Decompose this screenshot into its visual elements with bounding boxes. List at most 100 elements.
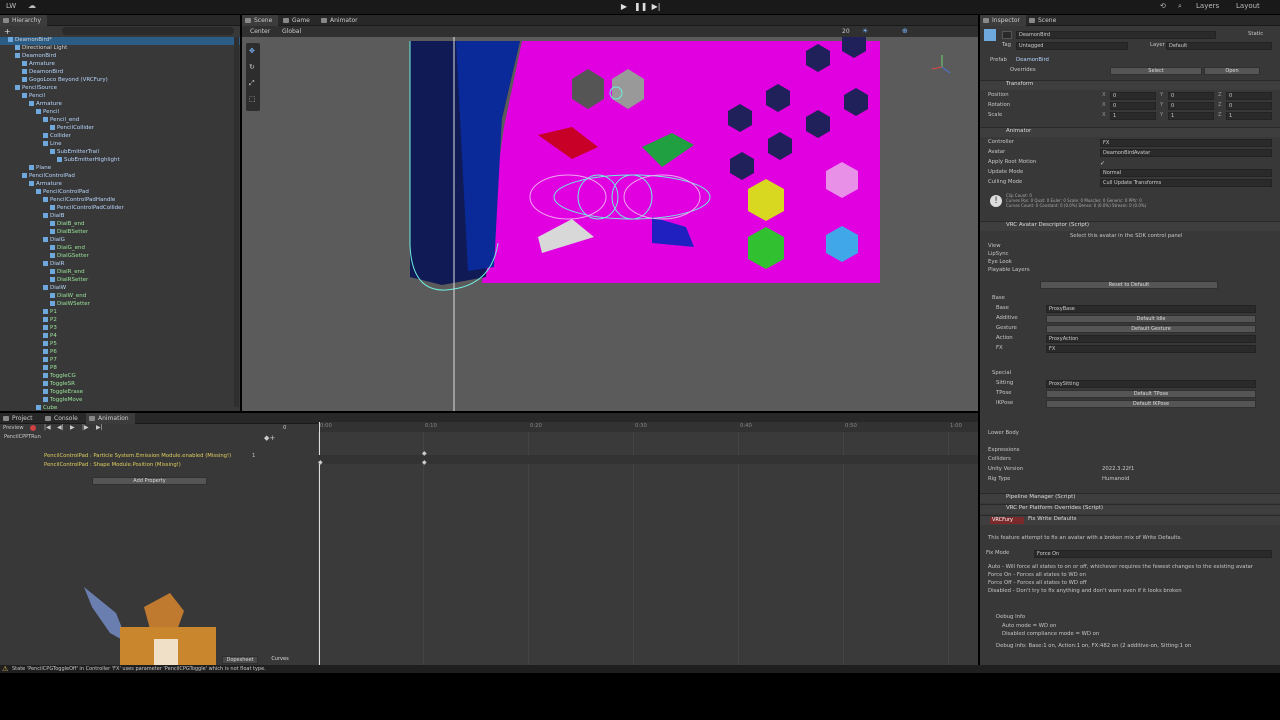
gizmos-icon[interactable]: ⊕: [902, 27, 908, 35]
layer-default-button[interactable]: Default IKPose: [1046, 400, 1256, 408]
layer-controller-field[interactable]: FX: [1046, 345, 1256, 353]
hierarchy-row[interactable]: Line: [43, 141, 61, 149]
hierarchy-row[interactable]: DialR: [43, 261, 64, 269]
tab-game[interactable]: Game: [280, 15, 316, 26]
history-icon[interactable]: ⟲: [1160, 2, 1166, 10]
curves-tab[interactable]: Curves: [262, 656, 298, 664]
colliders-foldout[interactable]: Colliders: [988, 456, 1011, 465]
next-frame-icon[interactable]: |▶: [82, 424, 89, 431]
dopesheet-tab[interactable]: Dopesheet: [222, 656, 258, 664]
hierarchy-row[interactable]: P2: [43, 317, 57, 325]
debug-info-foldout[interactable]: Debug Info: [996, 614, 1025, 623]
controller-field[interactable]: FX: [1100, 139, 1272, 147]
layer-controller-field[interactable]: ProxyBase: [1046, 305, 1256, 313]
descriptor-section-foldout[interactable]: Playable Layers: [988, 267, 1030, 276]
frame-field[interactable]: 0: [283, 425, 286, 434]
hierarchy-row[interactable]: ToggleSR: [43, 381, 75, 389]
add-icon[interactable]: +: [4, 27, 14, 36]
hierarchy-row[interactable]: SubEmitterHighlight: [57, 157, 120, 165]
hierarchy-row[interactable]: DialB: [43, 213, 64, 221]
hierarchy-row[interactable]: DialW_end: [50, 293, 86, 301]
last-frame-icon[interactable]: ▶|: [96, 424, 103, 431]
transform-header[interactable]: Transform: [980, 80, 1280, 90]
account-dropdown[interactable]: LW: [6, 2, 16, 10]
hierarchy-row[interactable]: PencilSource: [15, 85, 57, 93]
layout-dropdown[interactable]: Layout: [1236, 2, 1260, 10]
hierarchy-row[interactable]: DeamonBird*: [8, 37, 52, 45]
hierarchy-row[interactable]: PencilCollider: [50, 125, 94, 133]
hierarchy-row[interactable]: DialWSetter: [50, 301, 90, 309]
hierarchy-row[interactable]: ToggleErase: [43, 389, 83, 397]
camera-speed[interactable]: 20: [842, 28, 850, 35]
layer-default-button[interactable]: Default TPose: [1046, 390, 1256, 398]
tab-inspector[interactable]: Inspector: [980, 15, 1026, 26]
overrides-dropdown[interactable]: Overrides: [1010, 67, 1036, 76]
tab-hierarchy[interactable]: Hierarchy: [0, 15, 48, 26]
first-frame-icon[interactable]: |◀: [44, 424, 51, 431]
platform-overrides-header[interactable]: VRC Per Platform Overrides (Script): [980, 504, 1280, 514]
layer-default-button[interactable]: Default Idle: [1046, 315, 1256, 323]
root-motion-checkbox[interactable]: ✓: [1100, 160, 1107, 167]
pipeline-manager-header[interactable]: Pipeline Manager (Script): [980, 493, 1280, 503]
hierarchy-row[interactable]: Pencil: [36, 109, 59, 117]
avatar-field[interactable]: DeamonBirdAvatar: [1100, 149, 1272, 157]
animator-header[interactable]: Animator: [980, 127, 1280, 137]
lighting-icon[interactable]: ☀: [862, 27, 868, 35]
tab-animator[interactable]: Animator: [318, 15, 364, 26]
expressions-foldout[interactable]: Expressions: [988, 447, 1020, 456]
hierarchy-row[interactable]: P1: [43, 309, 57, 317]
hierarchy-row[interactable]: Armature: [29, 181, 62, 189]
transform-x-field[interactable]: 0: [1110, 102, 1156, 110]
hierarchy-row[interactable]: P3: [43, 325, 57, 333]
layer-controller-field[interactable]: ProxyAction: [1046, 335, 1256, 343]
hierarchy-row[interactable]: DialG_end: [50, 245, 85, 253]
tab-scene[interactable]: Scene: [242, 15, 279, 26]
active-checkbox[interactable]: [1002, 31, 1012, 39]
hierarchy-row[interactable]: DialR_end: [50, 269, 85, 277]
play-anim-icon[interactable]: ▶: [70, 424, 75, 431]
layer-default-button[interactable]: Default Gesture: [1046, 325, 1256, 333]
space-dropdown[interactable]: Global: [282, 28, 301, 35]
transform-x-field[interactable]: 1: [1110, 112, 1156, 120]
hierarchy-row[interactable]: DialG: [43, 237, 65, 245]
prev-frame-icon[interactable]: ◀|: [57, 424, 64, 431]
animated-property-row[interactable]: PencilControlPad : Particle System.Emiss…: [44, 453, 231, 462]
preview-button[interactable]: Preview: [3, 425, 24, 434]
hierarchy-row[interactable]: P7: [43, 357, 57, 365]
hierarchy-row[interactable]: DialW: [43, 285, 66, 293]
hierarchy-row[interactable]: Collider: [43, 133, 71, 141]
cloud-icon[interactable]: ☁: [28, 1, 36, 10]
transform-y-field[interactable]: 0: [1168, 92, 1214, 100]
hierarchy-row[interactable]: Plane: [29, 165, 51, 173]
dopesheet-timeline[interactable]: 0:00 0:10 0:20 0:30 0:40 0:50 1:00 ◆ ◆ ◆: [318, 422, 978, 665]
prefab-asset[interactable]: DeamonBird: [1016, 57, 1049, 66]
hierarchy-row[interactable]: ToggleCG: [43, 373, 76, 381]
layer-controller-field[interactable]: ProxySitting: [1046, 380, 1256, 388]
static-toggle[interactable]: Static: [1248, 31, 1263, 40]
keyframe-icon[interactable]: ◆: [318, 459, 323, 466]
descriptor-header[interactable]: VRC Avatar Descriptor (Script): [980, 221, 1280, 231]
status-message[interactable]: State 'PencilCPGToggleOff' in Controller…: [12, 666, 266, 672]
pause-icon[interactable]: ❚❚: [634, 2, 647, 12]
culling-mode-dropdown[interactable]: Cull Update Transforms: [1100, 179, 1272, 187]
lower-body-foldout[interactable]: Lower Body: [988, 430, 1019, 439]
reset-default-button[interactable]: Reset to Default: [1040, 281, 1218, 289]
add-property-button[interactable]: Add Property: [92, 477, 207, 485]
hierarchy-row[interactable]: P4: [43, 333, 57, 341]
tag-dropdown[interactable]: Untagged: [1016, 42, 1128, 50]
animated-property-row[interactable]: PencilControlPad : Shape Module.Position…: [44, 462, 181, 471]
hierarchy-row[interactable]: SubEmitterTrail: [50, 149, 99, 157]
keyframe-icon[interactable]: ◆: [422, 459, 427, 466]
transform-y-field[interactable]: 1: [1168, 112, 1214, 120]
hierarchy-row[interactable]: DialBSetter: [50, 229, 88, 237]
hierarchy-row[interactable]: PencilControlPadHandle: [43, 197, 115, 205]
transform-x-field[interactable]: 0: [1110, 92, 1156, 100]
hierarchy-row[interactable]: Cube: [36, 405, 57, 413]
tab-console[interactable]: Console: [42, 413, 84, 424]
search-icon[interactable]: ⌕: [1178, 2, 1182, 11]
hierarchy-row[interactable]: ToggleMove: [43, 397, 82, 405]
hierarchy-row[interactable]: P8: [43, 365, 57, 373]
tab-scene-inspector[interactable]: Scene: [1026, 15, 1062, 26]
step-icon[interactable]: ▶|: [650, 2, 662, 12]
property-value[interactable]: 1: [252, 453, 255, 462]
